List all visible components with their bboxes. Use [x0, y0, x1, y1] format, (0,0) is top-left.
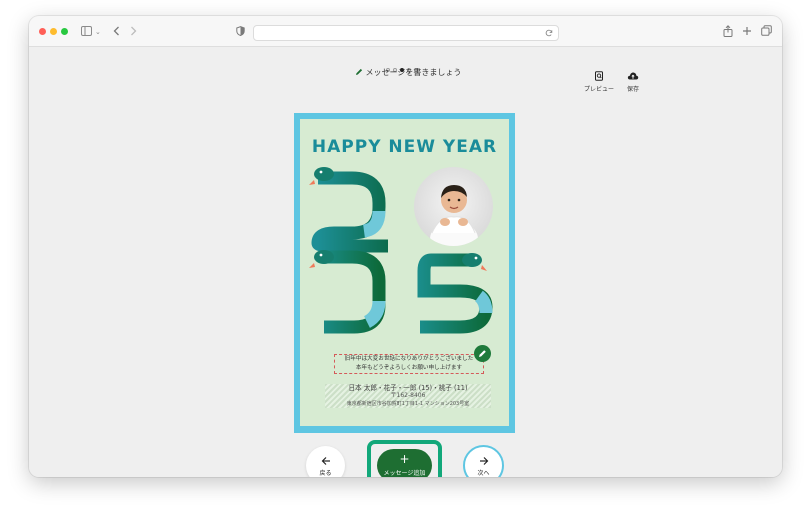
save-button[interactable]: 保存 [613, 71, 653, 93]
minimize-window-button[interactable] [50, 28, 57, 35]
sender-postal-code: 〒162-8406 [390, 392, 426, 399]
message-line-1: 旧年中は大変お世話になりありがとうございました [344, 356, 474, 362]
pencil-icon [479, 350, 486, 357]
next-button[interactable]: 次へ [463, 445, 504, 477]
child-portrait-image [430, 185, 478, 246]
edit-message-button[interactable] [474, 345, 491, 362]
step-indicator [386, 57, 421, 72]
tabs-overview-icon[interactable] [761, 25, 772, 36]
child-photo[interactable] [414, 167, 493, 246]
sender-address: 東京都新宿区市谷加賀町1丁目1-1 マンション203号室 [346, 401, 470, 407]
chevron-right-icon[interactable] [130, 26, 137, 36]
share-icon[interactable] [723, 25, 733, 37]
browser-window: ⌄ メッセージを書きましょう プレビュー 保存 HAPPY NEW YEAR 旧… [29, 16, 782, 477]
arrow-left-icon [321, 457, 330, 465]
arrow-right-icon [479, 457, 488, 465]
back-label: 戻る [319, 470, 332, 477]
card-preview-frame: HAPPY NEW YEAR 2025 [294, 113, 515, 433]
sidebar-icon[interactable] [81, 26, 92, 36]
plus-icon[interactable] [742, 26, 752, 36]
chevron-left-icon[interactable] [113, 26, 120, 36]
message-text-box[interactable]: 旧年中は大変お世話になりありがとうございました 本年もどうぞよろしくお願い申し上… [334, 354, 484, 374]
next-label: 次へ [477, 470, 490, 477]
preview-icon [595, 71, 603, 81]
plus-icon: + [399, 452, 410, 466]
zoom-window-button[interactable] [61, 28, 68, 35]
chevron-down-icon[interactable]: ⌄ [95, 26, 101, 38]
message-line-2: 本年もどうぞよろしくお願い申し上げます [355, 365, 463, 371]
year-2025-artwork [309, 167, 493, 334]
pencil-icon [356, 68, 363, 75]
digit-five [417, 253, 493, 334]
reload-icon[interactable] [545, 29, 553, 37]
add-message-highlight: + メッセージ追加 [367, 440, 442, 477]
close-window-button[interactable] [39, 28, 46, 35]
address-bar[interactable] [253, 25, 559, 41]
digit-zero [309, 250, 386, 334]
back-button[interactable]: 戻る [306, 446, 345, 477]
new-year-card: HAPPY NEW YEAR 2025 [300, 119, 509, 426]
guide-heading: メッセージを書きましょう [355, 67, 461, 78]
cloud-upload-icon [627, 72, 639, 80]
add-message-button[interactable]: + メッセージ追加 [377, 449, 432, 477]
save-label: 保存 [626, 86, 639, 93]
sender-names: 日本 太郎・花子・一郎 (15)・桃子 (11) [348, 384, 468, 392]
shield-icon[interactable] [236, 26, 245, 36]
guide-text: メッセージを書きましょう [365, 68, 462, 77]
digit-two [309, 167, 388, 253]
add-message-label: メッセージ追加 [383, 470, 426, 477]
editor-page: メッセージを書きましょう プレビュー 保存 HAPPY NEW YEAR 202… [29, 47, 782, 477]
browser-toolbar: ⌄ [29, 16, 782, 47]
sender-info-block[interactable]: 日本 太郎・花子・一郎 (15)・桃子 (11) 〒162-8406 東京都新宿… [325, 384, 491, 408]
